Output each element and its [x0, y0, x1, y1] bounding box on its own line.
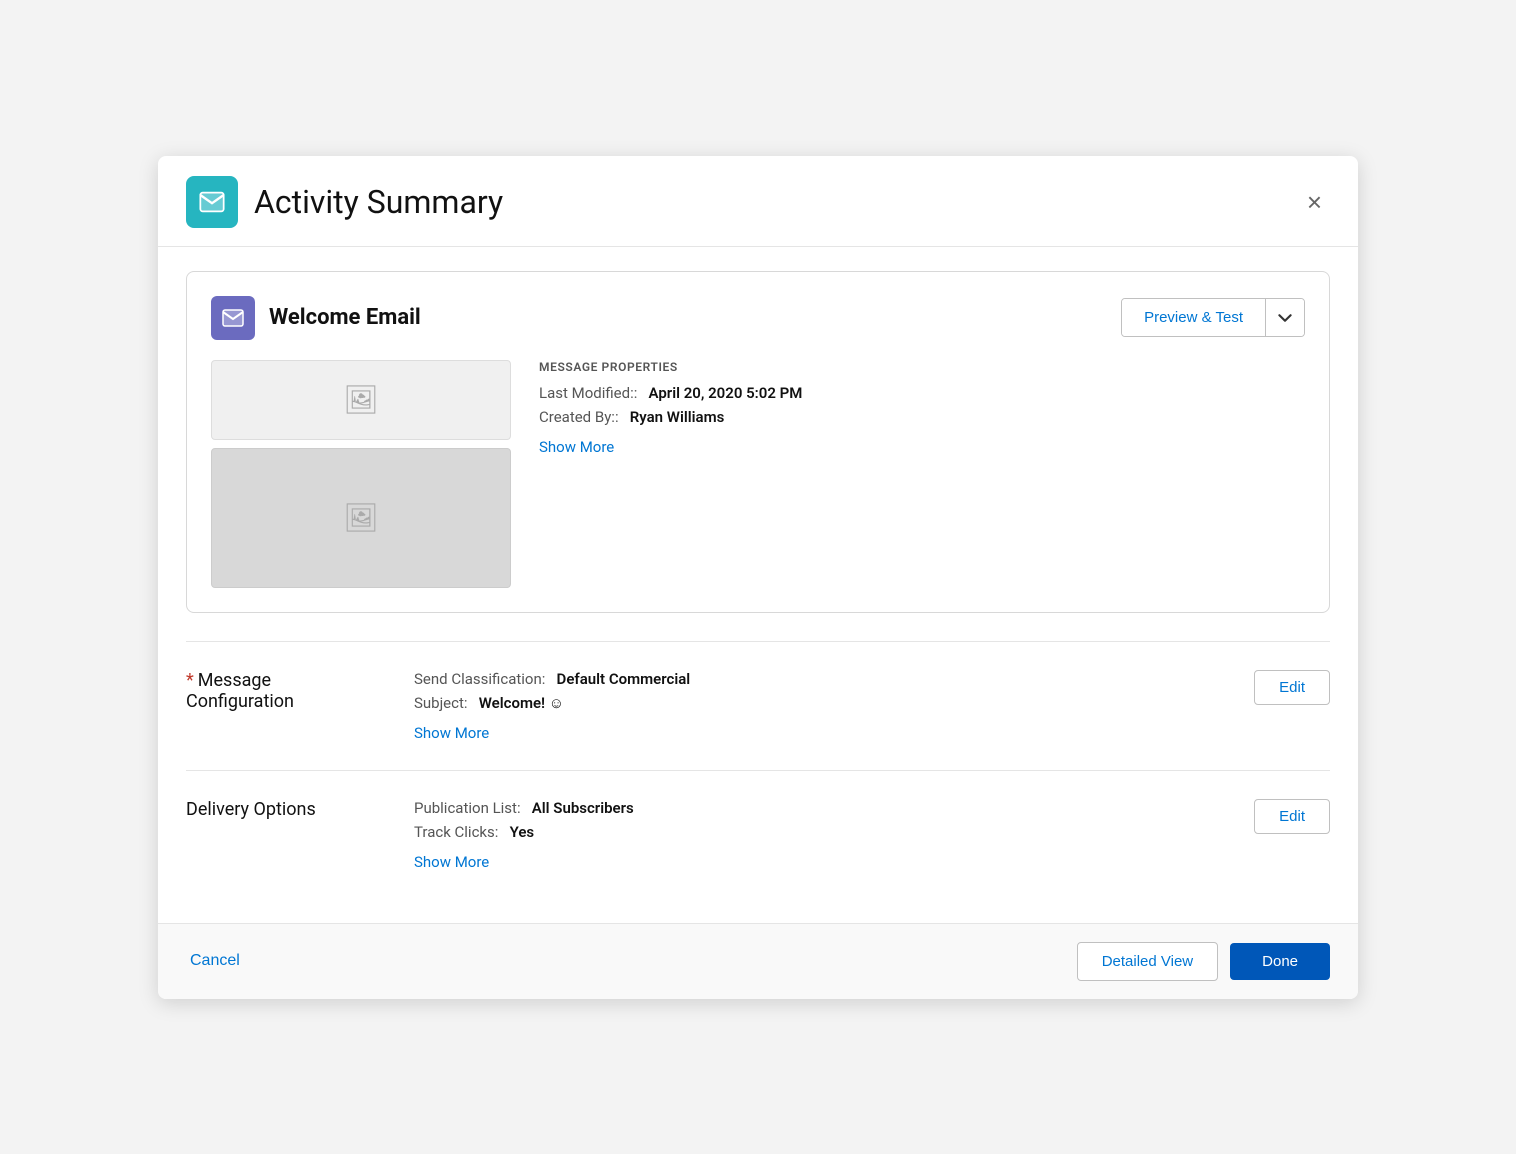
email-icon-box — [211, 296, 255, 340]
required-star: * — [186, 670, 194, 691]
email-card-show-more[interactable]: Show More — [539, 438, 614, 456]
publication-list-key: Publication List: — [414, 799, 521, 817]
thumb-bottom: 🖼 — [211, 448, 511, 588]
track-clicks-row: Track Clicks: Yes — [414, 823, 1226, 841]
subject-value: Welcome! ☺ — [479, 694, 564, 712]
page-title: Activity Summary — [254, 183, 503, 221]
modal-header-left: Activity Summary — [186, 176, 503, 228]
created-by-row: Created By:: Ryan Williams — [539, 408, 1305, 426]
last-modified-value: April 20, 2020 5:02 PM — [649, 384, 803, 402]
preview-test-group: Preview & Test — [1121, 298, 1305, 337]
email-card-header: Welcome Email Preview & Test — [211, 296, 1305, 340]
created-by-key: Created By:: — [539, 408, 619, 426]
message-configuration-label-col: *MessageConfiguration — [186, 670, 386, 712]
image-placeholder-icon: 🖼 — [343, 383, 379, 416]
email-icon — [221, 306, 245, 330]
image-placeholder-icon-2: 🖼 — [343, 501, 379, 534]
message-configuration-edit-button[interactable]: Edit — [1254, 670, 1330, 705]
subject-row: Subject: Welcome! ☺ — [414, 694, 1226, 712]
message-properties-label: MESSAGE PROPERTIES — [539, 360, 1305, 374]
detailed-view-button[interactable]: Detailed View — [1077, 942, 1218, 981]
last-modified-row: Last Modified:: April 20, 2020 5:02 PM — [539, 384, 1305, 402]
modal-footer: Cancel Detailed View Done — [158, 923, 1358, 999]
email-name: Welcome Email — [269, 305, 421, 330]
chevron-down-icon — [1278, 311, 1292, 325]
subject-key: Subject: — [414, 694, 468, 712]
delivery-options-show-more[interactable]: Show More — [414, 853, 489, 871]
track-clicks-key: Track Clicks: — [414, 823, 498, 841]
send-classification-value: Default Commercial — [557, 670, 691, 688]
preview-test-button[interactable]: Preview & Test — [1122, 299, 1265, 336]
envelope-icon — [198, 188, 226, 216]
publication-list-value: All Subscribers — [532, 799, 634, 817]
send-classification-key: Send Classification: — [414, 670, 545, 688]
last-modified-key: Last Modified:: — [539, 384, 637, 402]
track-clicks-value: Yes — [510, 823, 535, 841]
created-by-value: Ryan Williams — [630, 408, 725, 426]
email-card-content: 🖼 🖼 MESSAGE PROPERTIES Last Modified:: A… — [211, 360, 1305, 588]
close-button[interactable]: × — [1299, 185, 1330, 219]
delivery-options-section: Delivery Options Publication List: All S… — [186, 770, 1330, 899]
footer-right: Detailed View Done — [1077, 942, 1330, 981]
header-icon-box — [186, 176, 238, 228]
modal-body: Welcome Email Preview & Test 🖼 — [158, 247, 1358, 923]
delivery-options-label: Delivery Options — [186, 799, 386, 820]
preview-test-dropdown-button[interactable] — [1265, 299, 1304, 336]
modal-header: Activity Summary × — [158, 156, 1358, 247]
done-button[interactable]: Done — [1230, 943, 1330, 980]
publication-list-row: Publication List: All Subscribers — [414, 799, 1226, 817]
email-preview-thumbnail: 🖼 🖼 — [211, 360, 511, 588]
message-configuration-edit-col: Edit — [1254, 670, 1330, 705]
email-card: Welcome Email Preview & Test 🖼 — [186, 271, 1330, 613]
cancel-button[interactable]: Cancel — [186, 944, 244, 978]
delivery-options-label-col: Delivery Options — [186, 799, 386, 820]
thumb-top: 🖼 — [211, 360, 511, 440]
delivery-options-edit-col: Edit — [1254, 799, 1330, 834]
email-card-title-group: Welcome Email — [211, 296, 421, 340]
delivery-options-content: Publication List: All Subscribers Track … — [414, 799, 1226, 871]
send-classification-row: Send Classification: Default Commercial — [414, 670, 1226, 688]
message-configuration-content: Send Classification: Default Commercial … — [414, 670, 1226, 742]
message-properties: MESSAGE PROPERTIES Last Modified:: April… — [539, 360, 1305, 588]
activity-summary-modal: Activity Summary × Welcome Email — [158, 156, 1358, 999]
message-configuration-label: *MessageConfiguration — [186, 670, 386, 712]
delivery-options-edit-button[interactable]: Edit — [1254, 799, 1330, 834]
message-configuration-section: *MessageConfiguration Send Classificatio… — [186, 641, 1330, 770]
message-config-show-more[interactable]: Show More — [414, 724, 489, 742]
